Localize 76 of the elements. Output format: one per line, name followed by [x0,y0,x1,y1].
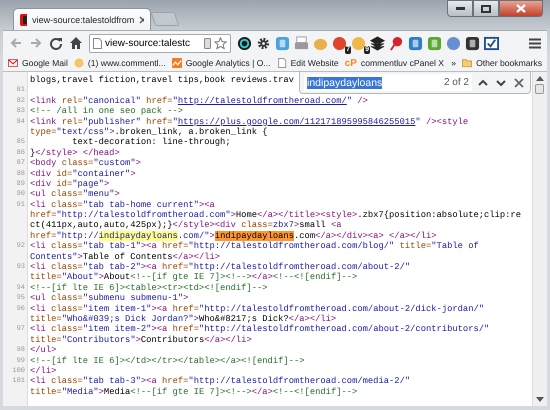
code-line: </ul> [30,345,56,356]
circle-icon[interactable] [332,36,347,50]
mail-icon [8,58,18,68]
layers-icon[interactable] [370,36,385,50]
folder-icon [462,58,472,68]
bookmark[interactable]: Edit Website [276,58,339,68]
code-line: type="text/css">.broken_link, a.broken_link { [30,126,268,138]
bookmark[interactable]: Google Analytics | O... [172,58,271,68]
code-line: <ul class="submenu submenu-1"> [30,293,188,304]
code-line: ct(411px,auto,auto,425px);}</style><div class=zbx7>small <a [30,220,342,231]
code-line: title="About">About<!--[if gte IE 7]><!--></a><!--<![endif]--> [30,272,358,283]
code-line: <li class="tab tab-3"><a href="http://talestoldfromtheroad.com/media-2/" [30,376,410,387]
tile-icon[interactable] [275,36,290,50]
code-line: <div id="page"> [30,178,110,190]
tile-icon[interactable] [465,36,480,50]
reload-icon[interactable] [49,36,63,50]
tile-icon[interactable] [427,36,442,50]
code-line: Contents">Table of Contents</a></li> [30,252,220,262]
favicon-icon [20,14,28,26]
home-icon[interactable] [69,36,83,50]
code-line: <ul class="menu"> [30,189,120,200]
scroll-up-icon[interactable] [536,75,544,81]
link[interactable]: https://plus.google.com/112171895995846255015 [178,116,416,127]
code-line: text-decoration: line-through; [71,137,231,148]
code-line: <!-- /all in one seo pack --> [30,106,184,117]
page-icon [93,38,102,48]
menu-icon[interactable] [529,38,541,48]
code-line: <li class="tab tab-home current"><a [30,200,215,210]
close-button[interactable] [499,0,543,17]
code-line: <link rel="canonical" href="http://talestoldfromtheroad.com/" /> [30,96,368,106]
bookmark[interactable]: (1) www.commentl... [74,58,166,68]
more-bookmarks-button[interactable]: » [451,58,456,68]
code-line: <li class="item item-1"><a href="http://talestoldfromtheroad.com/about-2/dick-jordan/" [30,304,484,314]
code-line: title="Who&#039;s Dick Jordan?">Who&#8217;s Dick?</a></li> [30,314,336,324]
browser-tab[interactable]: view-source:talestoldfrom [13,8,151,30]
bookmark[interactable]: cP commentluv cPanel X [344,58,444,68]
code-line: }</style> </head> [30,148,120,158]
code-line: <!--[if lte IE 6]></td></tr></table></a><![endif]--> [30,356,305,366]
maximize-button[interactable] [473,0,499,17]
code-line: <link rel="publisher" href="https://plus.google.com/112171895995846255015" /><style [30,116,468,127]
page-icon [276,58,287,68]
link[interactable]: http://talestoldfromtheroad.com/ [178,96,347,106]
code-line: blogs,travel fiction,travel tips,book reviews.trav [30,75,294,86]
code-line: <body class="custom"> [30,158,141,169]
code-line: </li> [30,366,56,376]
gear-icon[interactable] [256,36,271,50]
ring-icon[interactable] [237,36,252,50]
code-line: href="http://talestoldfromtheroad.com">Home</a></title><style>.zbx7{position:absolute;clip:re [30,210,521,220]
code-line: <div id="container"> [30,168,136,179]
close-icon[interactable] [139,16,144,24]
code-line: <li class="item item-2"><a href="http://talestoldfromtheroad.com/about-2/contributors/" [30,324,490,335]
close-icon[interactable] [512,76,526,90]
tile-icon[interactable] [408,36,423,50]
minimize-icon [456,7,464,10]
checkbox-icon[interactable] [484,36,499,50]
code-line: <li class="tab tab-1"><a href="http://talestoldfromtheroad.com/blog/" title="Table of [30,241,479,252]
maximize-icon [481,4,491,12]
code-line: href="http://indipaydayloans.com/">indipaydayloans.com</a></div><a> </a></li> [30,230,437,242]
printer-icon[interactable] [294,36,309,50]
minimize-button[interactable] [447,0,473,17]
bookmark[interactable]: Google Mail [8,58,68,68]
find-field[interactable]: indipaydayloans 2 of 2 [304,74,472,91]
code-line: <!--[if lte IE 6]><table><tr><td><![endif]--> [30,282,268,294]
code-line: title="Contributors">Contributors</a></li> [30,334,252,346]
code-line: title="Media">Media<!--[if gte IE 7]><!--></a><!--<![endif]--> [30,386,358,398]
circle-icon [74,58,84,68]
scrollbar-thumb[interactable] [535,84,544,94]
code-line: <li class="tab tab-2"><a href="http://talestoldfromtheroad.com/about-2/" [30,262,410,272]
scroll-down-icon[interactable] [536,397,544,403]
chart-icon [172,58,182,68]
pin-icon[interactable] [389,36,404,50]
bookmark[interactable]: Other bookmarks [462,58,542,68]
address-field[interactable]: view-source:talestc [89,34,231,52]
circle-icon[interactable] [351,36,366,50]
close-icon [516,4,526,13]
star-icon[interactable] [214,36,227,50]
